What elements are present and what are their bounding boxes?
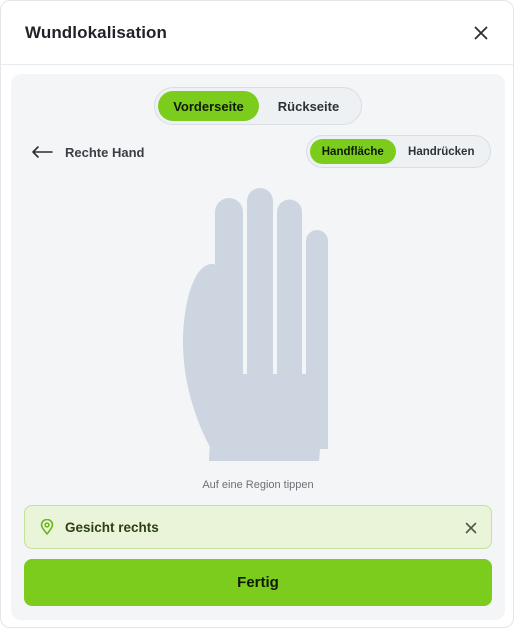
arrow-left-icon	[32, 146, 53, 158]
side-option-back[interactable]: Rückseite	[259, 91, 358, 121]
view-option-back-of-hand[interactable]: Handrücken	[396, 139, 487, 164]
view-toggle: Handfläche Handrücken	[306, 135, 491, 168]
clear-selection-button[interactable]	[461, 518, 481, 538]
map-pin-icon	[40, 519, 54, 535]
wound-location-dialog: Wundlokalisation Vorderseite Rückseite R…	[0, 0, 514, 628]
dialog-title: Wundlokalisation	[25, 23, 168, 42]
body-part-label: Rechte Hand	[65, 144, 145, 160]
tap-region-hint: Auf eine Region tippen	[202, 479, 314, 491]
close-button[interactable]	[467, 19, 495, 47]
close-icon	[474, 26, 488, 40]
close-icon	[465, 522, 477, 534]
done-button[interactable]: Fertig	[24, 559, 492, 606]
side-option-front[interactable]: Vorderseite	[158, 91, 259, 121]
selected-region-chip: Gesicht rechts	[24, 505, 492, 549]
hand-diagram	[182, 188, 328, 461]
selected-region-label: Gesicht rechts	[65, 520, 159, 535]
hand-region-palm[interactable]	[209, 374, 327, 461]
back-button[interactable]: Rechte Hand	[31, 140, 144, 164]
side-toggle: Vorderseite Rückseite	[154, 87, 362, 125]
dialog-header: Wundlokalisation	[1, 1, 513, 65]
view-option-palm[interactable]: Handfläche	[310, 139, 396, 164]
